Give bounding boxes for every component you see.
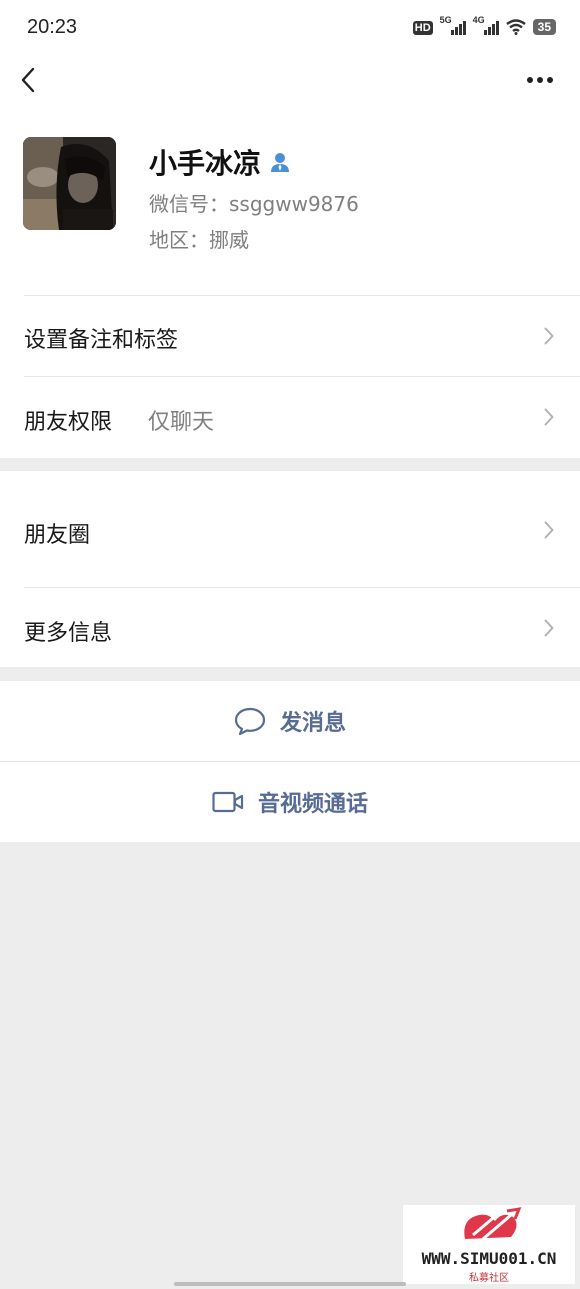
video-call-label: 音视频通话 — [257, 792, 368, 817]
status-icons: HD 5G 4G 35 — [412, 15, 556, 35]
hd-icon: HD — [412, 21, 433, 35]
moments-row[interactable]: 朋友圈 — [0, 471, 580, 587]
chat-bubble-icon — [234, 707, 266, 735]
back-icon[interactable] — [18, 66, 40, 94]
watermark: WWW.SIMU001.CN 私募社区 — [403, 1205, 575, 1284]
region: 地区：挪威 — [149, 228, 249, 252]
send-message-label: 发消息 — [279, 711, 346, 736]
signal-5g-icon: 5G — [440, 15, 466, 35]
settings-group: 设置备注和标签 朋友权限 仅聊天 — [0, 295, 580, 458]
video-call-button[interactable]: 音视频通话 — [0, 762, 580, 842]
status-bar: 20:23 HD 5G 4G 35 — [0, 0, 580, 56]
avatar-image — [23, 137, 116, 230]
more-icon[interactable] — [526, 75, 554, 85]
profile-card: 小手冰凉 微信号：ssggww9876 地区：挪威 — [0, 112, 580, 296]
home-indicator[interactable] — [174, 1282, 406, 1286]
chevron-right-icon — [544, 408, 554, 426]
nav-bar — [0, 56, 580, 112]
remark-and-tags-label: 设置备注和标签 — [24, 328, 179, 353]
watermark-site: WWW.SIMU001.CN — [421, 1249, 557, 1268]
avatar[interactable] — [23, 137, 116, 230]
remark-and-tags-row[interactable]: 设置备注和标签 — [0, 295, 580, 376]
friend-permissions-label: 朋友权限 — [24, 410, 113, 435]
more-info-label: 更多信息 — [24, 621, 113, 646]
wechat-id: 微信号：ssggww9876 — [149, 192, 359, 216]
chevron-right-icon — [544, 521, 554, 539]
friend-permissions-value: 仅聊天 — [148, 410, 215, 435]
watermark-logo — [464, 1207, 522, 1241]
more-info-row[interactable]: 更多信息 — [0, 587, 580, 667]
friend-permissions-row[interactable]: 朋友权限 仅聊天 — [0, 376, 580, 458]
moments-label: 朋友圈 — [24, 523, 91, 548]
send-message-button[interactable]: 发消息 — [0, 681, 580, 761]
wifi-icon — [505, 19, 526, 35]
chevron-right-icon — [544, 327, 554, 345]
signal-4g-icon: 4G — [473, 15, 499, 35]
chevron-right-icon — [544, 619, 554, 637]
name-row: 小手冰凉 — [149, 142, 291, 182]
info-group: 朋友圈 更多信息 — [0, 471, 580, 667]
battery-indicator: 35 — [532, 19, 556, 35]
video-camera-icon — [212, 791, 244, 813]
person-icon — [271, 153, 290, 172]
contact-name: 小手冰凉 — [149, 147, 262, 180]
status-time: 20:23 — [27, 16, 78, 38]
watermark-sub: 私募社区 — [469, 1273, 509, 1284]
